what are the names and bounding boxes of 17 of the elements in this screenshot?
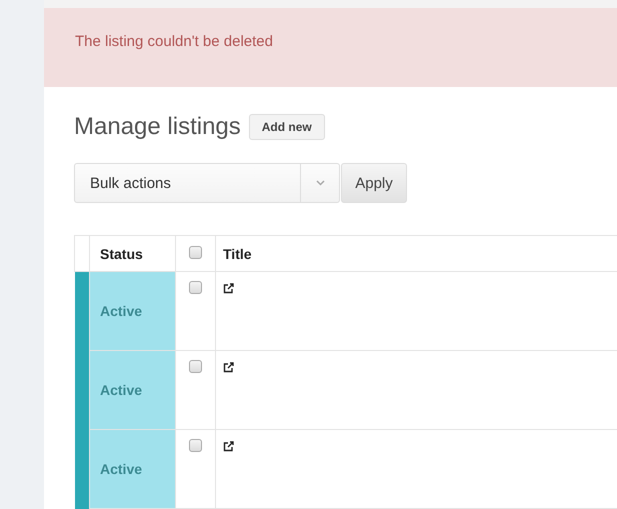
external-link-icon[interactable] [223,441,234,452]
add-new-button[interactable]: Add new [248,114,325,140]
apply-button[interactable]: Apply [341,163,407,203]
column-header: Title [216,236,617,272]
status-cell: Active [90,272,176,350]
status-cell: Active [90,430,176,508]
row-checkbox[interactable] [189,360,202,373]
status-cell: Active [90,350,176,430]
row-checkbox[interactable] [189,439,202,452]
page-title: Manage listings [74,113,241,141]
alert-message: The listing couldn't be deleted [75,33,273,50]
external-link-icon[interactable] [223,362,234,373]
bulk-actions-dropdown[interactable]: Bulk actions [74,163,340,203]
row-checkbox[interactable] [189,281,202,294]
external-link-icon[interactable] [223,283,234,294]
chevron-down-icon [316,180,324,186]
select-all-checkbox[interactable] [189,246,202,258]
